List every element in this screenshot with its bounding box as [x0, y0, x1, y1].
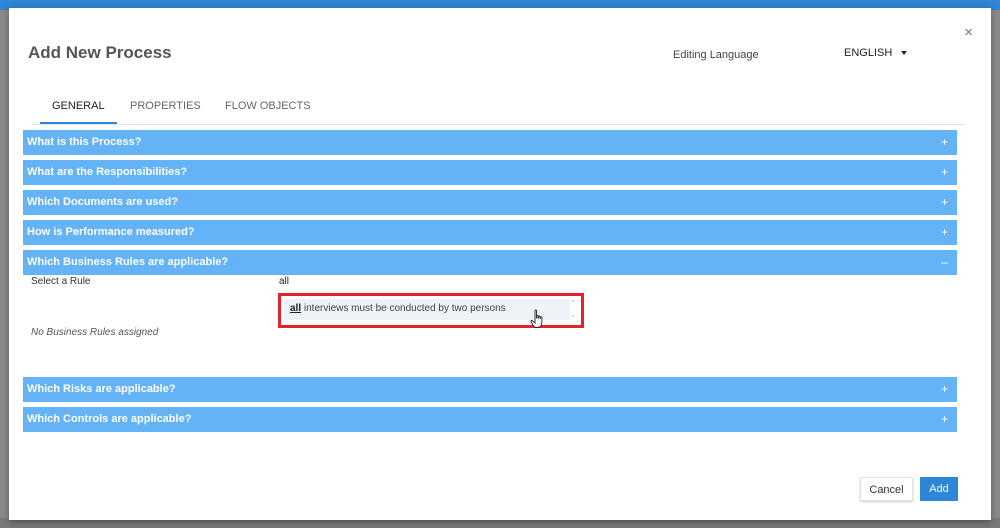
- active-tab-indicator: [40, 122, 117, 124]
- rule-search-input[interactable]: all: [279, 276, 289, 287]
- suggestion-scrollbar[interactable]: ⌃ ⌄: [568, 298, 578, 322]
- no-business-rules-text: No Business Rules assigned: [31, 327, 159, 338]
- suggestion-text: interviews must be conducted by two pers…: [301, 303, 506, 314]
- section-label: Which Business Rules are applicable?: [27, 256, 229, 268]
- close-icon[interactable]: ×: [964, 25, 973, 40]
- cancel-button[interactable]: Cancel: [860, 477, 913, 501]
- chevron-down-icon: [901, 51, 908, 56]
- section-performance[interactable]: How is Performance measured? +: [23, 220, 957, 245]
- tab-general[interactable]: GENERAL: [52, 100, 105, 112]
- expand-icon[interactable]: +: [941, 220, 948, 245]
- scroll-down-icon[interactable]: ⌄: [570, 310, 577, 319]
- add-button[interactable]: Add: [920, 477, 958, 501]
- expand-icon[interactable]: +: [941, 407, 948, 432]
- suggestion-match-text: all: [290, 303, 302, 314]
- section-label: What is this Process?: [27, 136, 142, 148]
- dialog-title: Add New Process: [28, 43, 172, 62]
- tab-properties[interactable]: PROPERTIES: [130, 100, 201, 112]
- section-controls[interactable]: Which Controls are applicable? +: [23, 407, 957, 432]
- section-business-rules[interactable]: Which Business Rules are applicable? –: [23, 250, 957, 275]
- collapse-icon[interactable]: –: [941, 250, 948, 275]
- section-risks[interactable]: Which Risks are applicable? +: [23, 377, 957, 402]
- section-process[interactable]: What is this Process? +: [23, 130, 957, 155]
- section-documents[interactable]: Which Documents are used? +: [23, 190, 957, 215]
- expand-icon[interactable]: +: [941, 130, 948, 155]
- section-label: What are the Responsibilities?: [27, 166, 188, 178]
- expand-icon[interactable]: +: [941, 377, 948, 402]
- section-label: Which Risks are applicable?: [27, 383, 176, 395]
- rule-suggestion-item[interactable]: all interviews must be conducted by two …: [284, 299, 570, 320]
- language-value: ENGLISH: [844, 47, 893, 59]
- editing-language-label: Editing Language: [673, 49, 759, 61]
- section-label: How is Performance measured?: [27, 226, 195, 238]
- expand-icon[interactable]: +: [941, 190, 948, 215]
- select-rule-label: Select a Rule: [31, 276, 91, 287]
- hand-pointer-icon: [530, 309, 543, 328]
- section-label: Which Documents are used?: [27, 196, 178, 208]
- expand-icon[interactable]: +: [941, 160, 948, 185]
- section-label: Which Controls are applicable?: [27, 413, 192, 425]
- tab-flow-objects[interactable]: FLOW OBJECTS: [225, 100, 311, 112]
- tab-bar: GENERAL PROPERTIES FLOW OBJECTS: [32, 92, 966, 125]
- language-dropdown[interactable]: ENGLISH: [844, 47, 908, 59]
- scroll-up-icon[interactable]: ⌃: [570, 299, 577, 308]
- section-responsibilities[interactable]: What are the Responsibilities? +: [23, 160, 957, 185]
